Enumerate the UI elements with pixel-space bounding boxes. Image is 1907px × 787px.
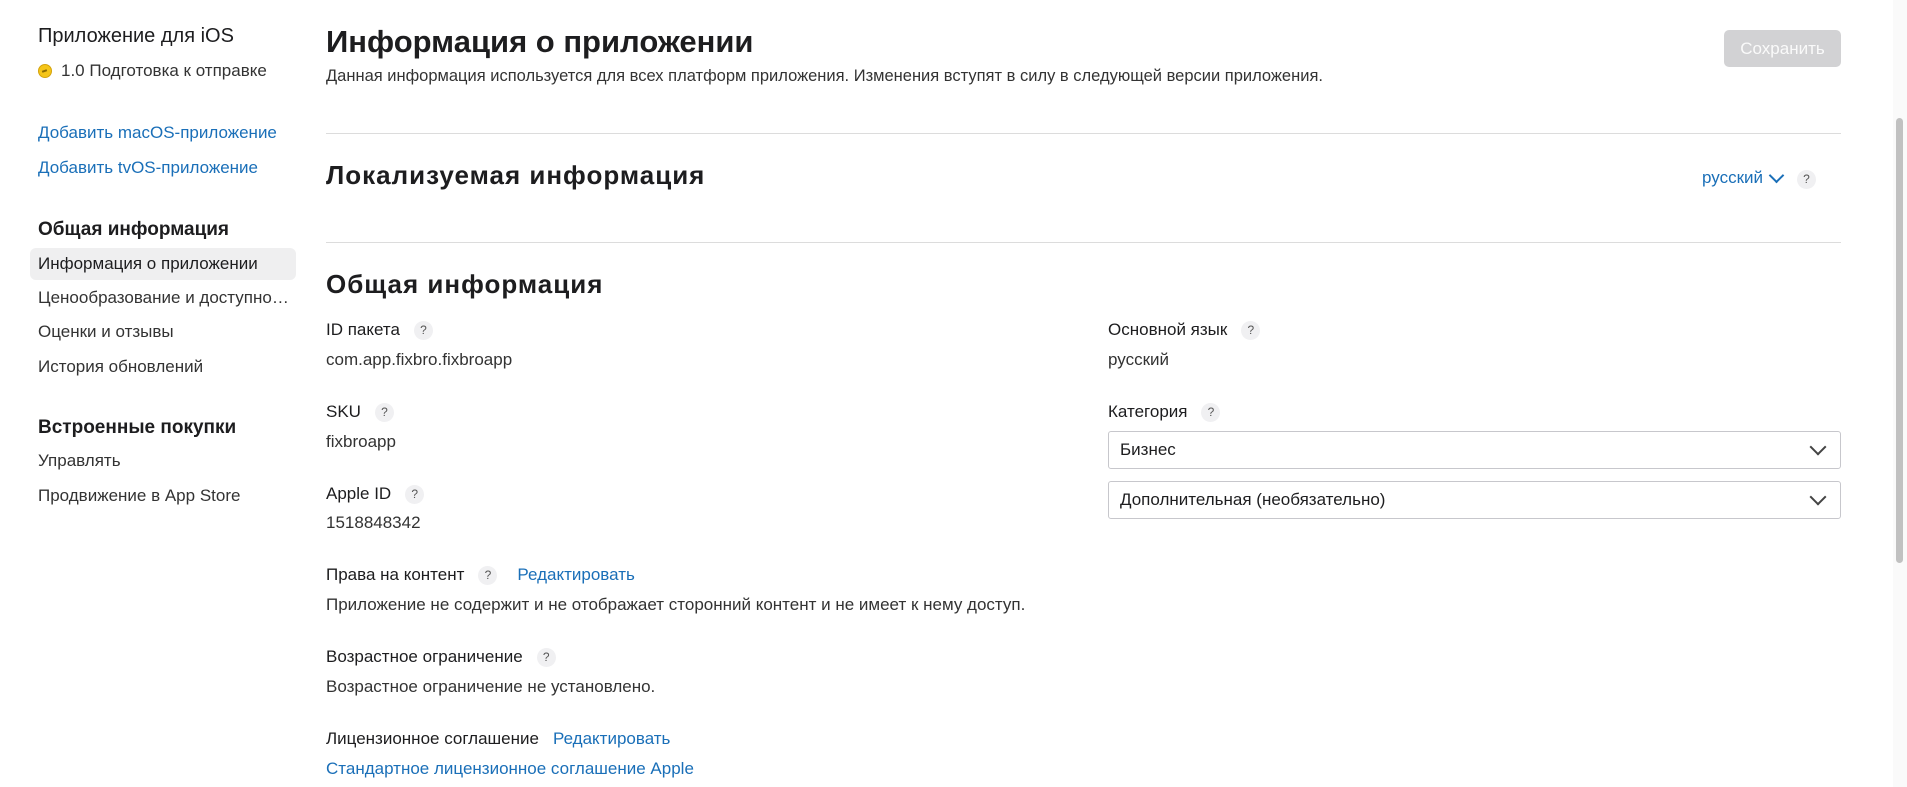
version-status[interactable]: 1.0 Подготовка к отправке [38,61,267,81]
sidebar-section-general: Общая информация [38,219,230,240]
license-label-text: Лицензионное соглашение [326,729,539,748]
language-dropdown[interactable]: русский [1702,167,1785,188]
chevron-down-icon [1768,167,1785,183]
bundle-id-label-text: ID пакета [326,320,400,339]
content-rights-edit-link[interactable]: Редактировать [517,565,634,585]
license-value-link[interactable]: Стандартное лицензионное соглашение Appl… [326,759,694,779]
version-status-label: 1.0 Подготовка к отправке [61,61,267,80]
bundle-id-label: ID пакета ? [326,320,433,340]
sku-label-text: SKU [326,402,361,421]
status-warning-icon [38,64,52,78]
help-icon[interactable]: ? [374,402,394,422]
sidebar-item-promotion[interactable]: Продвижение в App Store [30,480,296,512]
chevron-down-icon [1809,438,1827,456]
secondary-category-select[interactable]: Дополнительная (необязательно) [1108,481,1841,519]
help-icon[interactable]: ? [1241,320,1261,340]
add-tvos-app-link[interactable]: Добавить tvOS-приложение [38,158,258,178]
sku-label: SKU ? [326,402,394,422]
apple-id-label: Apple ID ? [326,484,425,504]
primary-language-value: русский [1108,350,1170,369]
sidebar-item-history[interactable]: История обновлений [30,351,296,383]
license-label: Лицензионное соглашение Редактировать [326,729,670,749]
language-dropdown-label: русский [1702,168,1764,187]
age-rating-label-text: Возрастное ограничение [326,647,523,666]
primary-category-value: Бизнес [1120,440,1176,459]
help-icon[interactable]: ? [1797,170,1816,189]
apple-id-value: 1518848342 [326,513,421,532]
divider [326,133,1841,134]
sku-value: fixbroapp [326,432,396,451]
save-button[interactable]: Сохранить [1724,30,1841,67]
help-icon[interactable]: ? [405,484,425,504]
primary-category-select[interactable]: Бизнес [1108,431,1841,469]
help-icon[interactable]: ? [413,320,433,340]
bundle-id-value: com.app.fixbro.fixbroapp [326,350,513,369]
sidebar-section-purchases: Встроенные покупки [38,417,237,438]
sidebar-item-app-info[interactable]: Информация о приложении [30,248,296,280]
primary-language-label-text: Основной язык [1108,320,1228,339]
content-rights-label-text: Права на контент [326,565,465,584]
localizable-section-title: Локализуемая информация [326,160,706,190]
general-section-title: Общая информация [326,269,604,299]
apple-id-label-text: Apple ID [326,484,392,503]
sidebar-item-ratings[interactable]: Оценки и отзывы [30,316,296,348]
page-subtitle: Данная информация используется для всех … [326,67,1323,85]
sidebar-app-title: Приложение для iOS [38,25,234,47]
category-label: Категория ? [1108,402,1221,422]
age-rating-value: Возрастное ограничение не установлено. [326,677,656,696]
page-title: Информация о приложении [326,24,754,59]
help-icon[interactable]: ? [1201,402,1221,422]
help-icon[interactable]: ? [478,565,498,585]
sidebar-item-pricing[interactable]: Ценообразование и доступность [30,282,296,314]
divider [326,242,1841,243]
primary-language-label: Основной язык ? [1108,320,1261,340]
add-macos-app-link[interactable]: Добавить macOS-приложение [38,123,277,143]
category-label-text: Категория [1108,402,1188,421]
content-rights-label: Права на контент ? Редактировать [326,565,635,585]
sidebar-item-manage[interactable]: Управлять [30,445,296,477]
secondary-category-value: Дополнительная (необязательно) [1120,490,1386,509]
scrollbar[interactable] [1893,0,1907,787]
age-rating-label: Возрастное ограничение ? [326,647,556,667]
content-rights-value: Приложение не содержит и не отображает с… [326,595,1026,614]
sidebar: Приложение для iOS 1.0 Подготовка к отпр… [0,0,300,787]
license-edit-link[interactable]: Редактировать [553,729,670,749]
chevron-down-icon [1809,488,1827,506]
help-icon[interactable]: ? [536,647,556,667]
scrollbar-thumb[interactable] [1896,118,1903,563]
